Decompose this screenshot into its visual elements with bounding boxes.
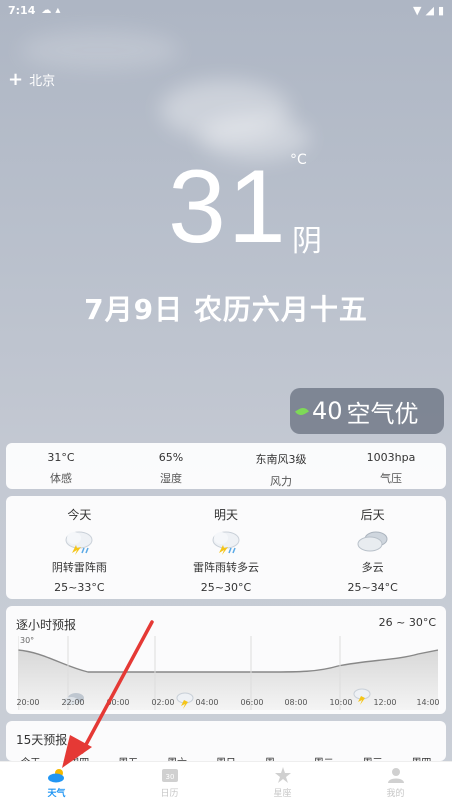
wifi-icon: ▼ xyxy=(413,3,422,17)
day-temp-range: 25~30°C xyxy=(200,581,252,594)
hourly-forecast-card: 逐小时预报 26 ~ 30°C 30° 20:00 22:00 00:00 02… xyxy=(6,606,446,714)
detail-value: 31°C xyxy=(47,451,75,464)
nav-profile[interactable]: 我的 xyxy=(339,762,452,804)
detail-value: 1003hpa xyxy=(366,451,416,464)
detail-pressure: 1003hpa 气压 xyxy=(336,443,446,489)
hour-label: 22:00 xyxy=(61,698,85,707)
weather-icon xyxy=(47,767,67,783)
day-name: 后天 xyxy=(360,508,385,522)
detail-feels-like: 31°C 体感 xyxy=(6,443,116,489)
day-name: 明天 xyxy=(214,508,239,522)
detail-value: 65% xyxy=(158,451,184,464)
air-quality-badge[interactable]: 40 空气优 xyxy=(290,388,444,434)
detail-label: 气压 xyxy=(380,472,402,485)
thunder-cloud-icon xyxy=(62,529,96,555)
bottom-navigation: 天气 30 日历 星座 我的 xyxy=(0,761,452,804)
detail-value: 东南风3级 xyxy=(255,453,307,466)
hour-label: 14:00 xyxy=(416,698,440,707)
nav-label: 我的 xyxy=(386,789,405,799)
profile-icon xyxy=(387,767,405,783)
three-day-forecast-card: 今天 阴转雷阵雨 25~33°C 明天 雷阵雨转多云 25~30°C 后天 多云… xyxy=(6,496,446,599)
cloudy-icon xyxy=(356,529,390,555)
aqi-label: 空气优 xyxy=(346,399,419,428)
detail-label: 湿度 xyxy=(160,472,182,485)
detail-label: 体感 xyxy=(50,472,72,485)
fifteen-day-title: 15天预报 xyxy=(16,733,68,747)
nav-weather[interactable]: 天气 xyxy=(0,762,113,804)
forecast-day-today[interactable]: 今天 阴转雷阵雨 25~33°C xyxy=(6,496,153,599)
status-time: 7:14 xyxy=(8,3,36,17)
city-name: 北京 xyxy=(29,74,56,89)
hour-label: 04:00 xyxy=(195,698,219,707)
svg-text:30: 30 xyxy=(165,773,174,781)
hourly-time-axis: 20:00 22:00 00:00 02:00 04:00 06:00 08:0… xyxy=(16,698,440,710)
calendar-icon: 30 xyxy=(161,767,179,783)
forecast-day-tomorrow[interactable]: 明天 雷阵雨转多云 25~30°C xyxy=(153,496,300,599)
add-city-icon[interactable]: + xyxy=(8,70,23,89)
hourly-range: 26 ~ 30°C xyxy=(378,616,436,629)
nav-label: 星座 xyxy=(273,789,292,799)
notification-icon: ▴ xyxy=(55,4,61,16)
star-icon xyxy=(274,767,292,783)
detail-wind: 东南风3级 风力 xyxy=(226,443,336,489)
battery-icon: ▮ xyxy=(437,3,444,17)
hourly-axis-max: 30° xyxy=(20,636,35,645)
hour-label: 20:00 xyxy=(16,698,40,707)
hourly-title: 逐小时预报 xyxy=(16,618,77,632)
status-bar: 7:14 ☁ ▴ ▼ ◢ ▮ xyxy=(0,0,452,20)
detail-label: 风力 xyxy=(270,475,292,488)
hour-label: 02:00 xyxy=(151,698,175,707)
hour-label: 06:00 xyxy=(240,698,264,707)
date-lunar-line: 7月9日 农历六月十五 xyxy=(84,293,368,326)
leaf-icon xyxy=(295,404,309,418)
cloud-sync-icon: ☁ xyxy=(41,4,52,16)
day-temp-range: 25~33°C xyxy=(54,581,105,594)
day-temp-range: 25~34°C xyxy=(347,581,398,594)
detail-humidity: 65% 湿度 xyxy=(116,443,226,489)
day-description: 阴转雷阵雨 xyxy=(51,561,107,574)
current-temperature: 31 xyxy=(168,149,288,265)
hour-label: 12:00 xyxy=(373,698,397,707)
hour-label: 00:00 xyxy=(106,698,130,707)
aqi-value: 40 xyxy=(312,397,343,425)
nav-label: 日历 xyxy=(160,789,179,799)
day-description: 多云 xyxy=(361,561,384,574)
fifteen-day-forecast-card[interactable]: 15天预报 今天 周四 周五 周六 周日 周一 周二 周三 周四 xyxy=(6,721,446,764)
forecast-day-after-tomorrow[interactable]: 后天 多云 25~34°C xyxy=(299,496,446,599)
thunder-cloud-icon xyxy=(209,529,243,555)
day-name: 今天 xyxy=(67,508,92,522)
bg-cloud xyxy=(20,30,180,70)
hour-label: 08:00 xyxy=(284,698,308,707)
current-condition: 阴 xyxy=(292,224,322,259)
signal-icon: ◢ xyxy=(425,3,434,17)
weather-details-card: 31°C 体感 65% 湿度 东南风3级 风力 1003hpa 气压 xyxy=(6,443,446,489)
hour-label: 10:00 xyxy=(329,698,353,707)
temperature-unit: °C xyxy=(290,152,307,168)
day-description: 雷阵雨转多云 xyxy=(193,561,259,574)
nav-label: 天气 xyxy=(47,789,66,799)
nav-constellation[interactable]: 星座 xyxy=(226,762,339,804)
nav-calendar[interactable]: 30 日历 xyxy=(113,762,226,804)
city-selector[interactable]: + 北京 xyxy=(8,70,55,89)
